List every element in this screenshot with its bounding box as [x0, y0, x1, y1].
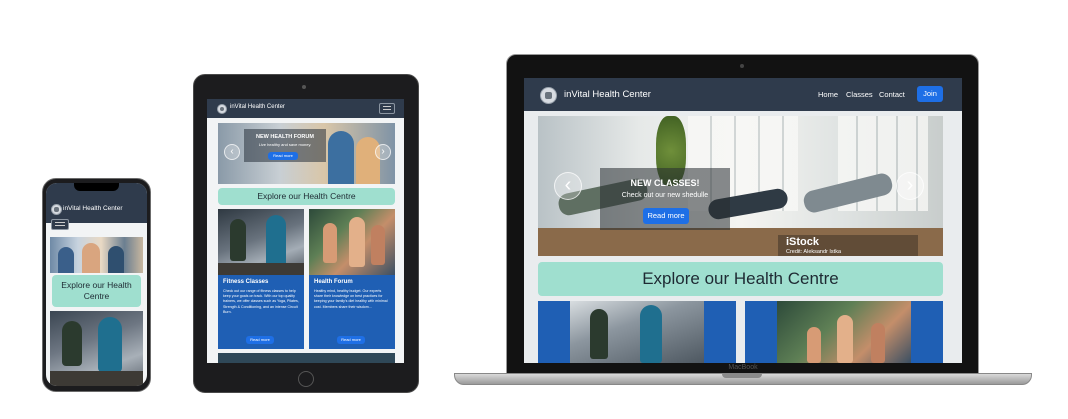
card-fitness: Fitness Classes Check out our range of f…: [218, 209, 304, 349]
phone-explore-banner: Explore our Health Centre: [52, 275, 141, 307]
join-button[interactable]: Join: [917, 86, 943, 102]
tablet-mockup: inVital Health Center NEW HEALTH FORUM L…: [193, 74, 419, 393]
card-forum-image: [777, 301, 911, 363]
chevron-right-icon[interactable]: ›: [896, 172, 924, 200]
tablet-home-button: [298, 371, 314, 387]
laptop-camera: [740, 64, 744, 68]
hamburger-icon[interactable]: [379, 103, 395, 114]
phone-mockup: 9:41 inVital Health Center Explore our H…: [42, 178, 151, 392]
phone-card-image: [50, 311, 143, 386]
laptop-carousel: NEW CLASSES! Check out our new shedulle …: [538, 116, 943, 256]
tablet-explore-banner: Explore our Health Centre: [218, 188, 395, 205]
chevron-right-icon[interactable]: ›: [375, 144, 391, 160]
brand-name[interactable]: inVital Health Center: [230, 104, 285, 110]
istock-watermark: iStock: [786, 236, 820, 248]
laptop-screen: inVital Health Center Home Classes Conta…: [524, 78, 962, 363]
card-forum-image: [309, 209, 395, 275]
laptop-mockup: inVital Health Center Home Classes Conta…: [506, 54, 979, 376]
chevron-left-icon[interactable]: ‹: [554, 172, 582, 200]
tablet-navbar: inVital Health Center: [207, 99, 404, 118]
card-fitness: [538, 301, 736, 363]
carousel-read-more-button[interactable]: Read more: [268, 152, 298, 160]
phone-carousel-image: [50, 237, 143, 273]
carousel-title: NEW CLASSES!: [630, 178, 700, 188]
card-title: Health Forum: [314, 279, 353, 285]
carousel-title: NEW HEALTH FORUM: [256, 134, 314, 140]
logo-icon[interactable]: [51, 204, 62, 215]
card-title: Fitness Classes: [223, 279, 269, 285]
chevron-left-icon[interactable]: ‹: [224, 144, 240, 160]
brand-name[interactable]: inVital Health Center: [564, 89, 651, 100]
laptop-hinge-notch: [722, 374, 762, 378]
laptop-navbar: inVital Health Center Home Classes Conta…: [524, 78, 962, 111]
tablet-camera: [302, 85, 306, 89]
card-text: Healthy mind, healthy budget. Our expert…: [314, 289, 388, 309]
carousel-text: Live healthy and save money.: [258, 142, 312, 147]
card-fitness-image: [570, 301, 704, 363]
hamburger-icon[interactable]: [51, 219, 69, 230]
card-health-forum: [745, 301, 943, 363]
image-credit: Credit: Aleksandr Istka: [786, 249, 842, 255]
card-read-more-button[interactable]: Read more: [246, 336, 274, 344]
nav-home-link[interactable]: Home: [818, 90, 838, 99]
card-text: Check out our range of fitness classes t…: [223, 289, 299, 314]
tablet-next-row: [218, 353, 395, 363]
phone-notch: [74, 183, 119, 191]
brand-name[interactable]: inVital Health Center: [63, 205, 123, 212]
tablet-carousel: NEW HEALTH FORUM Live healthy and save m…: [218, 123, 395, 184]
nav-classes-link[interactable]: Classes: [846, 90, 873, 99]
card-read-more-button[interactable]: Read more: [337, 336, 365, 344]
card-health-forum: Health Forum Healthy mind, healthy budge…: [309, 209, 395, 349]
carousel-text: Check out our new shedulle: [621, 192, 709, 199]
tablet-screen: inVital Health Center NEW HEALTH FORUM L…: [207, 99, 404, 363]
laptop-brand-label: MacBook: [728, 364, 758, 371]
card-fitness-image: [218, 209, 304, 275]
phone-screen: 9:41 inVital Health Center Explore our H…: [46, 183, 147, 386]
laptop-base: MacBook: [454, 364, 1032, 385]
logo-icon[interactable]: [540, 87, 557, 104]
logo-icon[interactable]: [217, 104, 227, 114]
nav-contact-link[interactable]: Contact: [879, 90, 905, 99]
laptop-explore-banner: Explore our Health Centre: [538, 262, 943, 296]
carousel-read-more-button[interactable]: Read more: [643, 208, 689, 224]
